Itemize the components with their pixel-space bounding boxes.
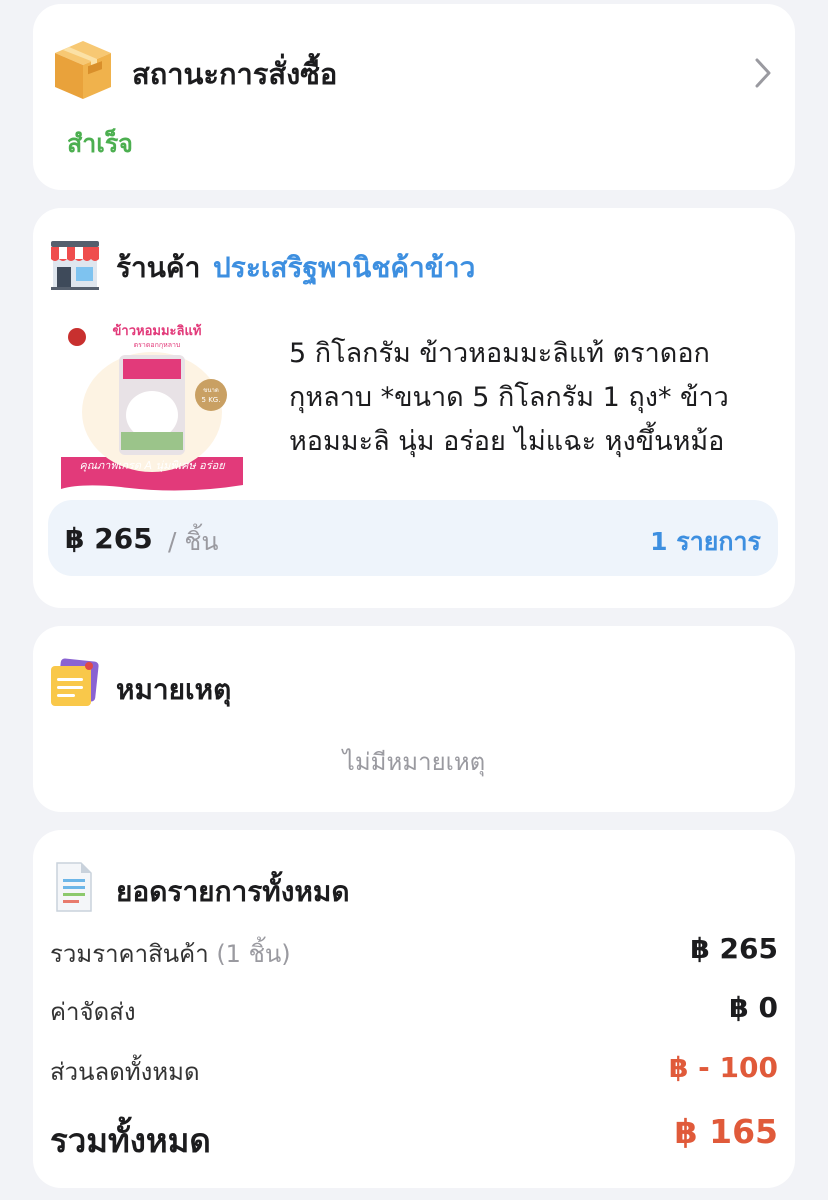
notes-empty-text: ไม่มีหมายเหตุ <box>342 748 486 776</box>
store-icon <box>51 241 99 290</box>
grand-total-value: ฿ 165 <box>674 1112 778 1151</box>
product-image-subtext: ตราดอกกุหลาบ <box>134 341 181 349</box>
notes-title: หมายเหตุ <box>116 673 232 706</box>
product-image-weight: 5 KG. <box>202 396 221 404</box>
shop-label: ร้านค้า <box>116 251 201 284</box>
product-image-weight-top: ขนาด <box>203 387 219 394</box>
product-title[interactable]: 5 กิโลกรัม ข้าวหอมมะลิแท้ ตราดอกกุหลาบ *… <box>289 332 773 464</box>
order-summary-card: ยอดรายการทั้งหมด รวมราคาสินค้า (1 ชิ้น) … <box>33 830 795 1188</box>
order-status-value: สำเร็จ <box>67 129 133 158</box>
grand-total-label: รวมทั้งหมด <box>50 1121 211 1160</box>
summary-title: ยอดรายการทั้งหมด <box>116 875 350 908</box>
note-icon <box>51 658 99 706</box>
box-icon <box>55 41 111 99</box>
price-bar: ฿ 265 / ชิ้น 1 รายการ <box>48 500 778 576</box>
product-image-brand: ข้าวหอมมะลิแท้ <box>113 323 202 339</box>
product-price: ฿ 265 <box>65 522 153 555</box>
product-image[interactable]: ข้าวหอมมะลิแท้ ตราดอกกุหลาบ ขนาด 5 KG. ค… <box>61 317 243 495</box>
subtotal-count: (1 ชิ้น) <box>216 940 291 968</box>
discount-value: ฿ - 100 <box>668 1051 778 1084</box>
subtotal-label: รวมราคาสินค้า (1 ชิ้น) <box>50 934 291 973</box>
notes-card: หมายเหตุ ไม่มีหมายเหตุ <box>33 626 795 812</box>
document-icon <box>56 862 92 912</box>
subtotal-value: ฿ 265 <box>690 932 778 965</box>
product-image-footer: คุณภาพเกรด A นุ่มพิเศษ อร่อย <box>79 459 226 472</box>
product-unit: / ชิ้น <box>168 527 219 556</box>
chevron-right-icon[interactable] <box>753 56 773 90</box>
item-count: 1 รายการ <box>650 527 761 556</box>
shipping-label: ค่าจัดส่ง <box>50 998 136 1026</box>
shop-name-link[interactable]: ประเสริฐพานิชค้าข้าว <box>213 246 475 290</box>
order-status-card[interactable]: สถานะการสั่งซื้อ สำเร็จ <box>33 4 795 190</box>
subtotal-label-text: รวมราคาสินค้า <box>50 940 209 968</box>
discount-label: ส่วนลดทั้งหมด <box>50 1058 200 1086</box>
shipping-value: ฿ 0 <box>729 991 778 1024</box>
order-status-title: สถานะการสั่งซื้อ <box>132 57 338 91</box>
shop-card: ร้านค้า ประเสริฐพานิชค้าข้าว ข้าวหอมมะลิ… <box>33 208 795 608</box>
